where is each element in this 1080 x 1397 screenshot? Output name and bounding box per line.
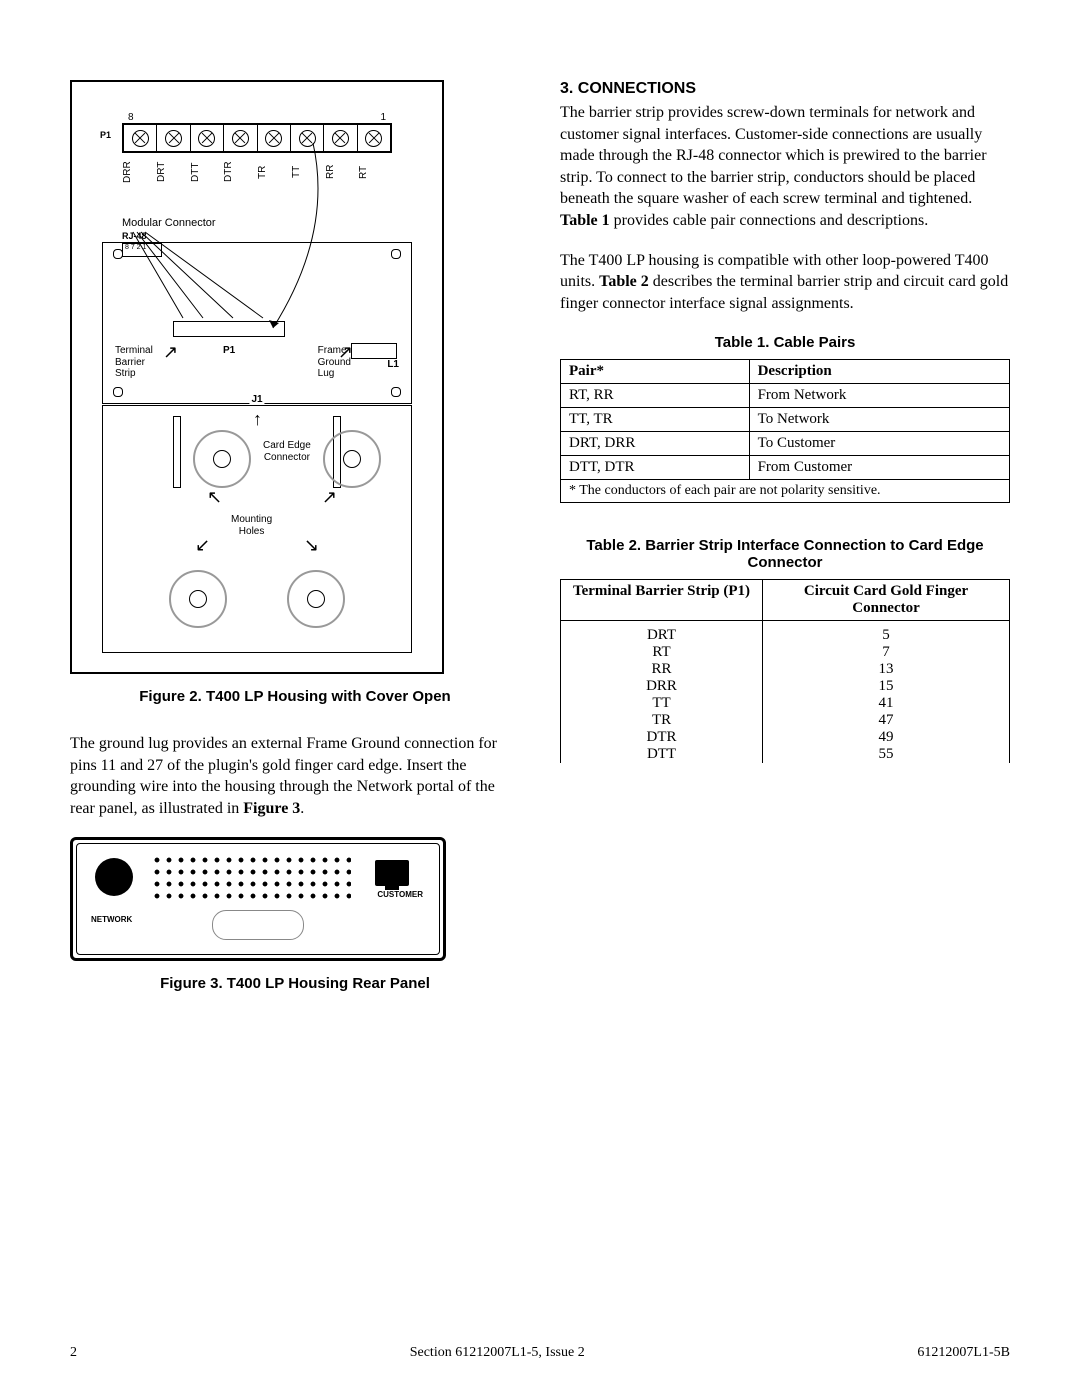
figure-2-caption: Figure 2. T400 LP Housing with Cover Ope… <box>70 688 520 705</box>
card-edge-connector-label: Card Edge Connector <box>263 440 311 463</box>
cell: 47 <box>763 712 1009 729</box>
table-1-footnote-row: * The conductors of each pair are not po… <box>561 480 1010 503</box>
cell: RT, RR <box>561 384 750 408</box>
table-2-caption: Table 2. Barrier Strip Interface Connect… <box>560 537 1010 571</box>
mount-hole-icon <box>287 570 345 628</box>
figure-3-diagram: NETWORK CUSTOMER <box>70 837 446 961</box>
table-2-head-c2: Circuit Card Gold Finger Connector <box>763 580 1010 621</box>
para-text: . <box>300 800 304 817</box>
cell: From Customer <box>749 456 1009 480</box>
right-column: 3. CONNECTIONS The barrier strip provide… <box>560 80 1010 1020</box>
section-title: CONNECTIONS <box>578 80 696 97</box>
footer-page-number: 2 <box>70 1345 77 1361</box>
figure-2-diagram: 8 1 P1 DRR <box>70 80 444 674</box>
customer-port-icon <box>375 860 409 886</box>
arrow-icon: ↖ <box>207 488 222 506</box>
cell: DRR <box>561 678 762 695</box>
cell: DTT, DTR <box>561 456 750 480</box>
j1-label: J1 <box>249 394 264 406</box>
terminal-barrier-strip-label: Terminal Barrier Strip <box>115 345 153 380</box>
table-2-barrier-strip: Terminal Barrier Strip (P1) Circuit Card… <box>560 579 1010 763</box>
table-1-footnote: * The conductors of each pair are not po… <box>561 480 1010 503</box>
mount-hole-icon <box>193 430 251 488</box>
arrow-icon: ↗ <box>338 343 353 361</box>
cell: DRT, DRR <box>561 432 750 456</box>
housing-upper-rect: Terminal Barrier Strip P1 Frame Ground L… <box>102 242 412 404</box>
section-number: 3. <box>560 80 573 97</box>
cell: 13 <box>763 661 1009 678</box>
cell-col: DRT RT RR DRR TT TR DTR DTT <box>561 621 763 764</box>
page: 8 1 P1 DRR <box>0 0 1080 1397</box>
arrow-icon: ↗ <box>163 343 178 361</box>
cell: TR <box>561 712 762 729</box>
cell: TT <box>561 695 762 712</box>
page-footer: 2 Section 61212007L1-5, Issue 2 61212007… <box>70 1345 1010 1361</box>
figure-3-caption: Figure 3. T400 LP Housing Rear Panel <box>70 975 520 992</box>
cell: To Customer <box>749 432 1009 456</box>
table-row: DRT RT RR DRR TT TR DTR DTT 5 7 13 <box>561 621 1010 764</box>
cell: 5 <box>763 627 1009 644</box>
network-port-icon <box>95 858 133 896</box>
table-2-head-c1: Terminal Barrier Strip (P1) <box>561 580 763 621</box>
l1-label: L1 <box>387 359 399 371</box>
arrow-up-icon: ↑ <box>253 410 262 428</box>
figure-3-ref: Figure 3 <box>243 800 300 817</box>
mounting-holes-label: Mounting Holes <box>231 514 272 537</box>
cell: To Network <box>749 408 1009 432</box>
cell: RR <box>561 661 762 678</box>
cell-col: 5 7 13 15 41 47 49 55 <box>763 621 1010 764</box>
pin-index-1: 1 <box>380 112 386 123</box>
ground-lug-paragraph: The ground lug provides an external Fram… <box>70 733 520 819</box>
housing-lower-rect: Card Edge Connector ↑ Mounting Holes ↙ ↘… <box>102 405 412 653</box>
cell: DTT <box>561 746 762 763</box>
footer-center: Section 61212007L1-5, Issue 2 <box>410 1345 585 1361</box>
cell: 49 <box>763 729 1009 746</box>
mount-hole-icon <box>169 570 227 628</box>
connections-paragraph-2: The T400 LP housing is compatible with o… <box>560 250 1010 315</box>
p1-small-label: P1 <box>223 345 235 357</box>
figure-3-inner-frame: NETWORK CUSTOMER <box>76 843 440 955</box>
cell: 15 <box>763 678 1009 695</box>
cell: RT <box>561 644 762 661</box>
table-row: DTT, DTRFrom Customer <box>561 456 1010 480</box>
section-heading: 3. CONNECTIONS <box>560 80 1010 98</box>
para-text: provides cable pair connections and desc… <box>610 212 929 229</box>
left-column: 8 1 P1 DRR <box>70 80 520 1020</box>
arrow-icon: ↙ <box>195 536 210 554</box>
table-1-head-pair: Pair* <box>561 360 750 384</box>
table-1-head-desc: Description <box>749 360 1009 384</box>
cell: 55 <box>763 746 1009 763</box>
center-slot-icon <box>212 910 304 940</box>
two-column-layout: 8 1 P1 DRR <box>70 80 1010 1020</box>
table-row: TT, TRTo Network <box>561 408 1010 432</box>
mount-hole-icon <box>323 430 381 488</box>
table-row: RT, RRFrom Network <box>561 384 1010 408</box>
table-1-ref: Table 1 <box>560 212 610 229</box>
table-1-cable-pairs: Pair* Description RT, RRFrom Network TT,… <box>560 359 1010 503</box>
table-row: DRT, DRRTo Customer <box>561 432 1010 456</box>
cell: DTR <box>561 729 762 746</box>
cell: 41 <box>763 695 1009 712</box>
rail-icon <box>173 416 181 488</box>
pin-index-8: 8 <box>128 112 134 123</box>
cell: DRT <box>561 627 762 644</box>
arrow-icon: ↗ <box>322 488 337 506</box>
customer-label: CUSTOMER <box>377 890 423 899</box>
table-2-ref: Table 2 <box>599 273 649 290</box>
cell: From Network <box>749 384 1009 408</box>
connections-paragraph-1: The barrier strip provides screw-down te… <box>560 102 1010 232</box>
footer-right: 61212007L1-5B <box>917 1345 1010 1361</box>
cell: 7 <box>763 644 1009 661</box>
table-1-caption: Table 1. Cable Pairs <box>560 334 1010 351</box>
para-text: The barrier strip provides screw-down te… <box>560 104 987 207</box>
arrow-icon: ↘ <box>304 536 319 554</box>
cell: TT, TR <box>561 408 750 432</box>
network-label: NETWORK <box>91 915 132 924</box>
vent-holes-icon <box>151 854 351 902</box>
